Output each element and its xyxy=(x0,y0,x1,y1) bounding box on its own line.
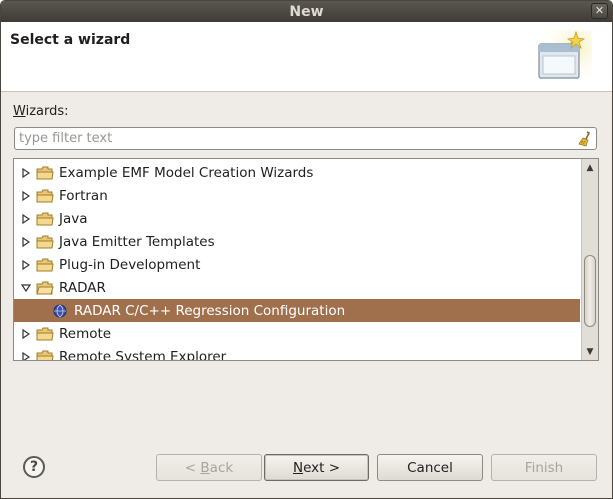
tree-item-remote[interactable]: Remote xyxy=(14,322,580,345)
expand-arrow-icon[interactable] xyxy=(19,213,33,224)
scrollbar-thumb[interactable] xyxy=(584,255,596,327)
tree-item-java-emitter-templates[interactable]: Java Emitter Templates xyxy=(14,230,580,253)
radar-config-icon xyxy=(53,303,69,319)
back-button-mnemonic: B xyxy=(200,459,210,476)
folder-icon xyxy=(36,235,54,249)
wizards-label-rest: izards: xyxy=(25,104,69,119)
wizard-tree[interactable]: Example EMF Model Creation Wizards Fortr… xyxy=(13,158,599,361)
tree-item-label: Remote xyxy=(59,325,112,342)
next-button-mnemonic: N xyxy=(292,459,304,476)
tree-scrollbar[interactable]: ▲ ▼ xyxy=(581,159,598,360)
finish-button-label: Finish xyxy=(524,459,564,476)
folder-icon xyxy=(36,327,54,341)
close-button[interactable]: ✕ xyxy=(591,3,608,19)
tree-item-label: Remote System Explorer xyxy=(59,348,227,361)
broom-clear-icon[interactable] xyxy=(574,129,596,149)
tree-item-label: RADAR C/C++ Regression Configuration xyxy=(74,302,346,319)
folder-icon xyxy=(36,212,54,226)
back-button[interactable]: < Back xyxy=(156,454,262,481)
collapse-arrow-icon[interactable] xyxy=(19,283,33,292)
tree-item-label: RADAR xyxy=(59,279,106,296)
page-title: Select a wizard xyxy=(10,32,131,48)
back-button-rest: ack xyxy=(209,459,234,476)
new-wizard-banner-icon xyxy=(532,30,592,86)
tree-item-label: Fortran xyxy=(59,187,108,204)
folder-icon xyxy=(36,258,54,272)
finish-button[interactable]: Finish xyxy=(491,454,597,481)
tree-item-label: Java xyxy=(59,210,88,227)
new-wizard-dialog: New ✕ Select a wizard Wizards: type filt… xyxy=(0,0,613,499)
scroll-up-arrow-icon[interactable]: ▲ xyxy=(582,160,598,175)
tree-item-label: Example EMF Model Creation Wizards xyxy=(59,164,314,181)
tree-item-java[interactable]: Java xyxy=(14,207,580,230)
tree-item-label: Plug-in Development xyxy=(59,256,201,273)
tree-item-radar[interactable]: RADAR xyxy=(14,276,580,299)
help-button[interactable]: ? xyxy=(23,456,45,478)
expand-arrow-icon[interactable] xyxy=(19,328,33,339)
window-title: New xyxy=(289,3,324,20)
cancel-button[interactable]: Cancel xyxy=(377,454,483,481)
expand-arrow-icon[interactable] xyxy=(19,259,33,270)
open-folder-icon xyxy=(36,281,54,295)
tree-item-fortran[interactable]: Fortran xyxy=(14,184,580,207)
tree-item-remote-system-explorer[interactable]: Remote System Explorer xyxy=(14,345,580,361)
help-icon: ? xyxy=(29,459,39,475)
tree-item-example-emf[interactable]: Example EMF Model Creation Wizards xyxy=(14,161,580,184)
folder-icon xyxy=(36,166,54,180)
next-button[interactable]: Next > xyxy=(264,454,369,481)
tree-item-radar-regression-config[interactable]: RADAR C/C++ Regression Configuration xyxy=(14,299,580,322)
cancel-button-label: Cancel xyxy=(407,459,453,476)
wizard-header: Select a wizard xyxy=(1,22,612,92)
filter-input[interactable] xyxy=(15,128,574,149)
close-icon: ✕ xyxy=(594,4,605,17)
expand-arrow-icon[interactable] xyxy=(19,351,33,360)
expand-arrow-icon[interactable] xyxy=(19,190,33,201)
expand-arrow-icon[interactable] xyxy=(19,167,33,178)
wizards-label: Wizards: xyxy=(13,104,69,119)
folder-icon xyxy=(36,189,54,203)
title-bar: New ✕ xyxy=(1,1,612,22)
tree-item-label: Java Emitter Templates xyxy=(59,233,215,250)
filter-box xyxy=(14,127,597,150)
back-button-prefix: < xyxy=(184,459,201,476)
next-button-rest: ext > xyxy=(303,459,341,476)
folder-icon xyxy=(36,350,54,360)
expand-arrow-icon[interactable] xyxy=(19,236,33,247)
scroll-down-arrow-icon[interactable]: ▼ xyxy=(582,344,598,359)
wizards-label-mnemonic: W xyxy=(13,104,26,119)
tree-item-plugin-development[interactable]: Plug-in Development xyxy=(14,253,580,276)
